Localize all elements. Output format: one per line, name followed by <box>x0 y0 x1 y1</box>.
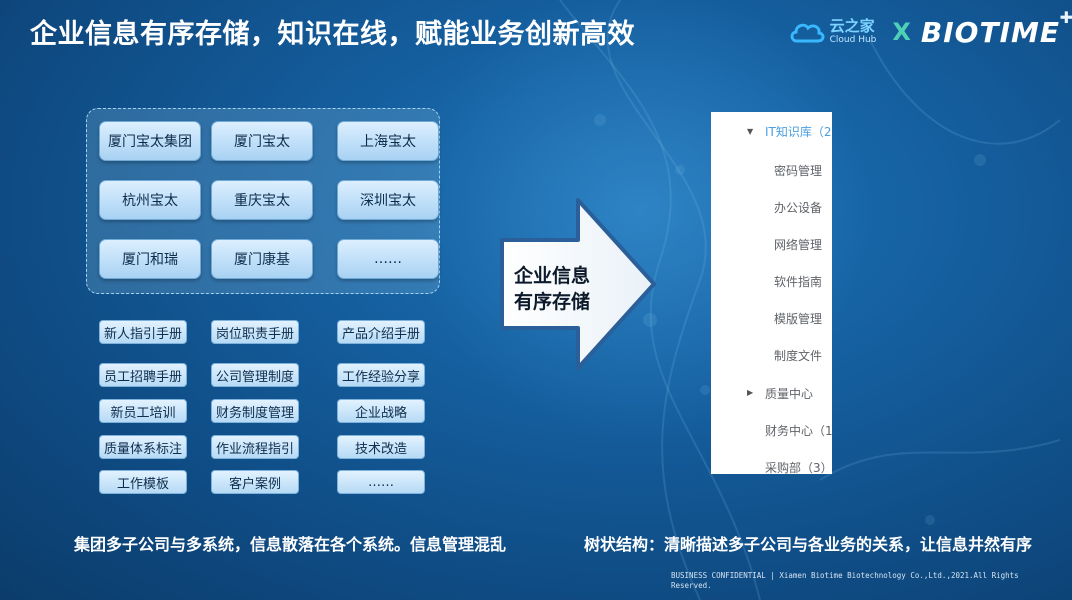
tree-item-purchase[interactable]: 采购部（3） <box>765 459 832 474</box>
company-item: …… <box>337 239 439 279</box>
knowledge-tree: ▼ IT知识库（2 密码管理办公设备网络管理软件指南模版管理制度文件 ▶ 质量中… <box>711 112 832 474</box>
plus-icon: ✚ <box>1059 7 1072 27</box>
document-item: 技术改造 <box>337 435 425 459</box>
document-item: 公司管理制度 <box>211 363 299 387</box>
cloud-hub-en: Cloud Hub <box>829 35 877 45</box>
company-item: 厦门宝太集团 <box>99 121 201 161</box>
document-item: 员工招聘手册 <box>99 363 187 387</box>
document-item: 企业战略 <box>337 399 425 423</box>
tree-child-item[interactable]: 密码管理 <box>774 162 822 179</box>
brand-cross-mark: X <box>892 18 911 46</box>
company-item: 杭州宝太 <box>99 180 201 220</box>
document-item: 工作经验分享 <box>337 363 425 387</box>
tree-root-it-knowledge[interactable]: IT知识库（2 <box>765 123 832 140</box>
cloud-hub-logo: 云之家 Cloud Hub <box>788 17 877 45</box>
document-item: 岗位职责手册 <box>211 320 299 344</box>
tree-item-quality-center[interactable]: 质量中心 <box>765 385 813 402</box>
company-item: 厦门和瑞 <box>99 239 201 279</box>
company-item: 厦门康基 <box>211 239 313 279</box>
company-item: 深圳宝太 <box>337 180 439 220</box>
cloud-hub-name: 云之家 <box>829 17 875 35</box>
document-item: 财务制度管理 <box>211 399 299 423</box>
biotime-wordmark: BIOTIME <box>920 15 1060 49</box>
caret-right-icon: ▶ <box>747 388 754 397</box>
tree-child-item[interactable]: 软件指南 <box>774 273 822 290</box>
tree-child-item[interactable]: 模版管理 <box>774 310 822 327</box>
document-item: 产品介绍手册 <box>337 320 425 344</box>
company-item: 上海宝太 <box>337 121 439 161</box>
tree-child-item[interactable]: 网络管理 <box>774 236 822 253</box>
biotime-logo: BIOTIME ✚ <box>920 8 1072 49</box>
document-item: 客户案例 <box>211 470 299 494</box>
confidential-note: BUSINESS CONFIDENTIAL | Xiamen Biotime B… <box>671 571 1019 590</box>
tree-child-item[interactable]: 办公设备 <box>774 199 822 216</box>
company-item: 重庆宝太 <box>211 180 313 220</box>
document-item: 质量体系标注 <box>99 435 187 459</box>
page-title: 企业信息有序存储，知识在线，赋能业务创新高效 <box>30 19 635 50</box>
footer-left-text: 集团多子公司与多系统，信息散落在各个系统。信息管理混乱 <box>74 535 507 554</box>
document-item: 工作模板 <box>99 470 187 494</box>
caret-down-icon: ▼ <box>747 127 754 136</box>
footer-right-text: 树状结构：清晰描述多子公司与各业务的关系，让信息井然有序 <box>584 535 1033 554</box>
document-item: …… <box>337 470 425 494</box>
tree-child-item[interactable]: 制度文件 <box>774 347 822 364</box>
arrow-label: 企业信息 有序存储 <box>514 265 591 313</box>
tree-item-finance-center[interactable]: 财务中心（1 <box>765 422 832 439</box>
document-item: 作业流程指引 <box>211 435 299 459</box>
brand-logos: 云之家 Cloud Hub X BIOTIME ✚ <box>788 8 1072 52</box>
document-item: 新员工培训 <box>99 399 187 423</box>
company-item: 厦门宝太 <box>211 121 313 161</box>
document-item: 新人指引手册 <box>99 320 187 344</box>
cloud-icon <box>790 23 825 43</box>
